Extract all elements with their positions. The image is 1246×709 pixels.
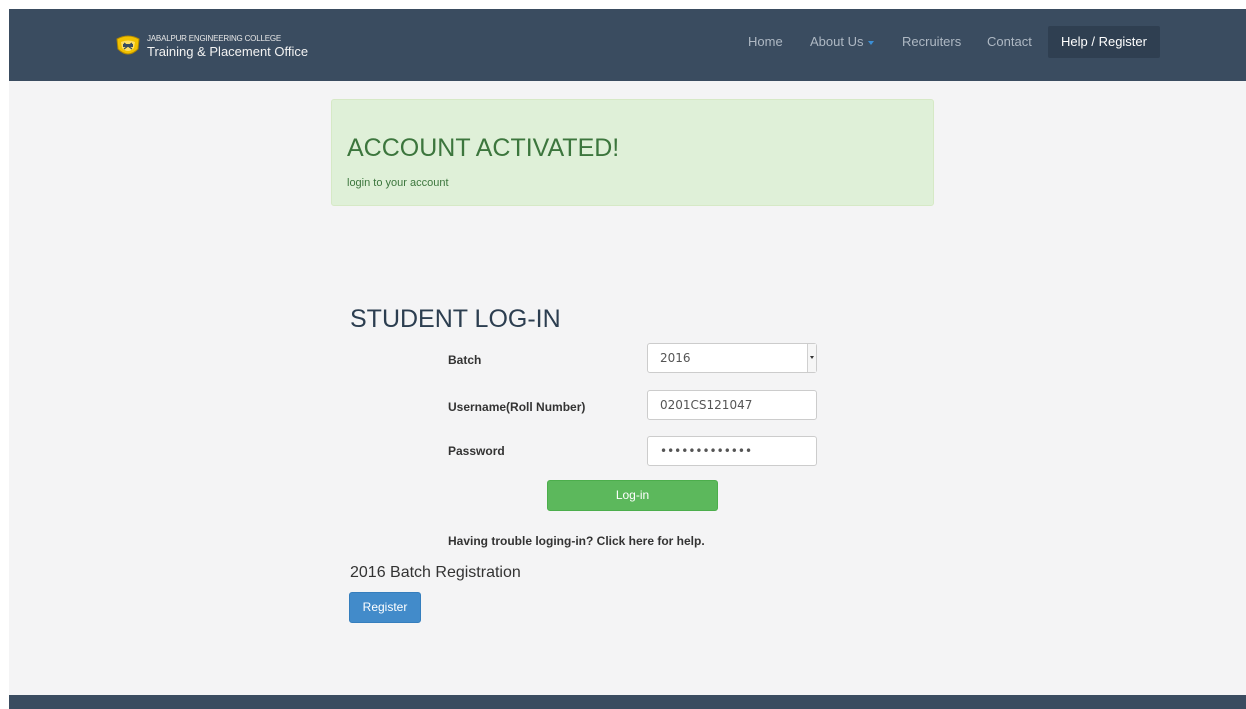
- password-label: Password: [448, 444, 505, 458]
- page: JABALPUR ENGINEERING COLLEGE Training & …: [9, 9, 1246, 709]
- username-input[interactable]: 0201CS121047: [647, 390, 817, 420]
- register-button[interactable]: Register: [349, 592, 421, 623]
- login-title: STUDENT LOG-IN: [350, 305, 561, 333]
- batch-select-value: 2016: [660, 351, 691, 365]
- nav-home[interactable]: Home: [748, 26, 783, 58]
- nav-contact[interactable]: Contact: [987, 26, 1032, 58]
- alert-subtitle: login to your account: [347, 177, 449, 189]
- brand-college-name: JABALPUR ENGINEERING COLLEGE: [147, 33, 281, 43]
- dropdown-arrow-icon[interactable]: [807, 344, 816, 372]
- batch-label: Batch: [448, 353, 482, 367]
- brand-office-name: Training & Placement Office: [147, 43, 309, 59]
- college-crest-icon: [116, 35, 140, 55]
- navbar: JABALPUR ENGINEERING COLLEGE Training & …: [9, 9, 1246, 81]
- password-input[interactable]: •••••••••••••: [647, 436, 817, 466]
- username-label: Username(Roll Number): [448, 400, 586, 414]
- success-alert: ACCOUNT ACTIVATED! login to your account: [331, 99, 934, 206]
- batch-registration-heading: 2016 Batch Registration: [350, 564, 521, 581]
- login-help-link[interactable]: Having trouble loging-in? Click here for…: [448, 534, 705, 548]
- nav-about-us[interactable]: About Us: [810, 26, 875, 58]
- brand-text: JABALPUR ENGINEERING COLLEGE Training & …: [147, 33, 309, 59]
- nav-about-label: About Us: [810, 34, 864, 49]
- footer: [9, 695, 1246, 709]
- caret-down-icon: [868, 40, 875, 45]
- nav-help-register[interactable]: Help / Register: [1048, 26, 1160, 58]
- brand[interactable]: JABALPUR ENGINEERING COLLEGE Training & …: [115, 32, 308, 60]
- nav-recruiters[interactable]: Recruiters: [902, 26, 961, 58]
- batch-select[interactable]: 2016: [647, 343, 817, 373]
- alert-title: ACCOUNT ACTIVATED!: [347, 134, 620, 162]
- login-button[interactable]: Log-in: [547, 480, 718, 511]
